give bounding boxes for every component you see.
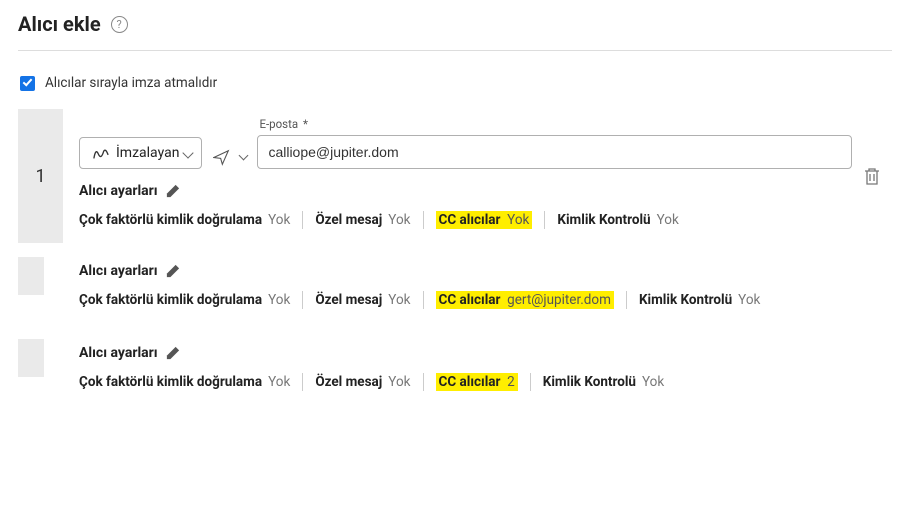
details-row: Çok faktörlü kimlik doğrulama Yok Özel m… <box>79 291 852 309</box>
role-label: İmzalayan <box>116 145 179 161</box>
card-content: Alıcı ayarları Çok faktörlü kimlik doğru… <box>79 257 852 325</box>
divider <box>423 373 424 391</box>
divider <box>626 291 627 309</box>
details-row: Çok faktörlü kimlik doğrulama Yok Özel m… <box>79 373 852 391</box>
settings-row: Alıcı ayarları <box>79 263 852 279</box>
recipient-card-1: 1 İmzalayan E-posta * Alıcı ayarları <box>18 109 892 243</box>
sequential-label: Alıcılar sırayla imza atmalıdır <box>45 75 217 91</box>
help-icon[interactable]: ? <box>111 16 128 33</box>
detail-cc: CC alıcılar 2 <box>436 373 518 391</box>
details-row: Çok faktörlü kimlik doğrulama Yok Özel m… <box>79 211 852 229</box>
divider <box>544 211 545 229</box>
detail-identity: Kimlik Kontrolü Yok <box>639 292 760 308</box>
edit-icon[interactable] <box>166 346 180 360</box>
sign-icon <box>92 146 108 160</box>
settings-title: Alıcı ayarları <box>79 183 158 199</box>
delivery-chevron-icon[interactable] <box>239 151 249 161</box>
email-field-wrapper: E-posta * <box>257 117 852 169</box>
delete-col <box>852 339 892 407</box>
checkmark-icon <box>23 76 33 86</box>
edit-icon[interactable] <box>166 184 180 198</box>
section-header: Alıcı ekle ? <box>18 12 892 51</box>
divider <box>302 211 303 229</box>
settings-title: Alıcı ayarları <box>79 263 158 279</box>
card-content: Alıcı ayarları Çok faktörlü kimlik doğru… <box>79 339 852 407</box>
settings-title: Alıcı ayarları <box>79 345 158 361</box>
divider <box>302 291 303 309</box>
role-dropdown[interactable]: İmzalayan <box>79 137 202 169</box>
recipient-number-stub <box>18 257 63 325</box>
delete-col <box>852 257 892 325</box>
detail-mfa: Çok faktörlü kimlik doğrulama Yok <box>79 292 290 308</box>
email-label: E-posta * <box>257 117 852 131</box>
detail-cc: CC alıcılar gert@jupiter.dom <box>436 291 614 309</box>
trash-icon[interactable] <box>863 166 881 186</box>
recipient-number: 1 <box>18 109 63 243</box>
delivery-icon[interactable] <box>212 151 230 169</box>
recipient-card-2: Alıcı ayarları Çok faktörlü kimlik doğru… <box>18 257 892 325</box>
divider <box>423 211 424 229</box>
delete-col <box>852 109 892 243</box>
edit-icon[interactable] <box>166 264 180 278</box>
detail-private-msg: Özel mesaj Yok <box>315 292 410 308</box>
settings-row: Alıcı ayarları <box>79 183 852 199</box>
chevron-down-icon <box>183 147 194 158</box>
detail-mfa: Çok faktörlü kimlik doğrulama Yok <box>79 374 290 390</box>
detail-private-msg: Özel mesaj Yok <box>315 374 410 390</box>
detail-identity: Kimlik Kontrolü Yok <box>557 212 678 228</box>
detail-mfa: Çok faktörlü kimlik doğrulama Yok <box>79 212 290 228</box>
recipient-number-stub <box>18 339 63 407</box>
divider <box>302 373 303 391</box>
card-content: İmzalayan E-posta * Alıcı ayarları Çok f… <box>79 109 852 243</box>
input-row: İmzalayan E-posta * <box>79 117 852 169</box>
divider <box>423 291 424 309</box>
divider <box>530 373 531 391</box>
detail-private-msg: Özel mesaj Yok <box>315 212 410 228</box>
recipient-card-3: Alıcı ayarları Çok faktörlü kimlik doğru… <box>18 339 892 407</box>
settings-row: Alıcı ayarları <box>79 345 852 361</box>
detail-cc: CC alıcılar Yok <box>436 211 533 229</box>
sequential-signing-row: Alıcılar sırayla imza atmalıdır <box>20 75 890 91</box>
email-input[interactable] <box>257 135 852 169</box>
sequential-checkbox[interactable] <box>20 76 35 91</box>
detail-identity: Kimlik Kontrolü Yok <box>543 374 664 390</box>
page-title: Alıcı ekle <box>18 12 101 36</box>
